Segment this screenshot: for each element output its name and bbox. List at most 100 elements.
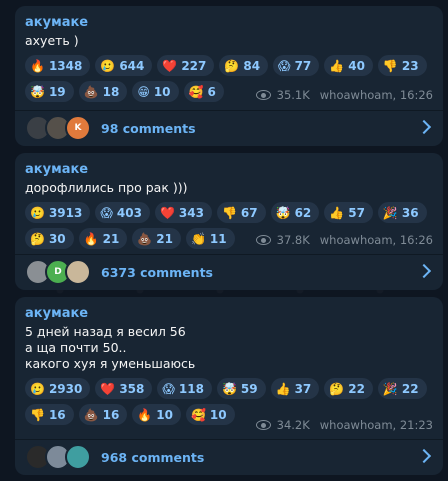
reaction-emoji-icon: 🤯 [275, 205, 291, 220]
reaction-chip[interactable]: 🤯 19 [25, 81, 74, 102]
reaction-count: 3913 [48, 205, 83, 220]
reaction-emoji-icon: 😁 [137, 84, 150, 99]
reaction-emoji-icon: ❤️ [100, 381, 116, 396]
channel-post: акумаке дорофлились про рак ))) 🥲 3913 😱 40… [15, 153, 443, 290]
reaction-chip[interactable]: 🔥 21 [78, 228, 128, 249]
views-count: 37.8K [276, 233, 310, 247]
reaction-chip[interactable]: 😁 10 [132, 81, 179, 102]
reaction-emoji-icon: 🔥 [137, 407, 153, 422]
reaction-chip[interactable]: ❤️ 343 [154, 202, 212, 223]
reaction-count: 22 [401, 381, 419, 396]
reaction-chip[interactable]: 🥲 644 [95, 55, 153, 76]
reaction-count: 6 [207, 84, 216, 99]
avatar: K [65, 115, 91, 141]
reaction-count: 77 [294, 58, 312, 73]
reaction-emoji-icon: 👏 [190, 231, 206, 246]
reaction-chip[interactable]: 😱 403 [95, 202, 150, 223]
reaction-count: 21 [156, 231, 173, 246]
reaction-chip[interactable]: 🤔 30 [25, 228, 74, 249]
reaction-chip[interactable]: 🤔 22 [324, 378, 373, 399]
reaction-count: 118 [178, 381, 204, 396]
post-text: ахуеть ) [25, 33, 79, 48]
channel-post: акумаке 5 дней назад я весил 56 а ща поч… [15, 297, 443, 475]
comments-count: 6373 comments [101, 264, 213, 280]
reaction-chip[interactable]: ❤️ 227 [157, 55, 215, 76]
reaction-chip[interactable]: 🎉 36 [377, 202, 427, 223]
reaction-count: 62 [294, 205, 312, 220]
avatar [65, 259, 91, 285]
commenter-avatars: D [25, 259, 91, 285]
reaction-chip[interactable]: 🥲 3913 [25, 202, 91, 223]
comments-button[interactable]: 968 comments [15, 440, 443, 474]
reaction-chip[interactable]: 😱 118 [157, 378, 212, 399]
reaction-chip[interactable]: 👎 67 [216, 202, 266, 223]
comments-button[interactable]: D 6373 comments [15, 255, 443, 289]
reaction-emoji-icon: 👍 [329, 58, 345, 73]
reaction-count: 30 [48, 231, 66, 246]
views-icon [255, 235, 271, 245]
views-icon [255, 90, 271, 100]
reaction-emoji-icon: 🎉 [382, 381, 398, 396]
reaction-count: 343 [178, 205, 204, 220]
reaction-chip[interactable]: 👍 57 [324, 202, 373, 223]
reaction-count: 1348 [48, 58, 83, 73]
reaction-emoji-icon: 🥲 [30, 205, 45, 220]
reaction-count: 19 [48, 84, 66, 99]
comments-count: 968 comments [101, 449, 205, 465]
post-text: 5 дней назад я весил 56 а ща почти 50.. … [25, 324, 196, 371]
reaction-count: 644 [119, 58, 145, 73]
chevron-right-icon [416, 263, 432, 279]
reaction-count: 358 [119, 381, 145, 396]
chevron-right-icon [416, 119, 432, 135]
reaction-emoji-icon: 😱 [162, 381, 175, 396]
reaction-chip[interactable]: 🤯 59 [216, 378, 266, 399]
comments-button[interactable]: K 98 comments [15, 111, 443, 145]
reaction-emoji-icon: ❤️ [159, 205, 175, 220]
reaction-chip[interactable]: 😱 77 [273, 55, 320, 76]
reaction-chip[interactable]: 👍 37 [270, 378, 320, 399]
reaction-count: 16 [48, 407, 66, 422]
comments-count: 98 comments [101, 120, 196, 136]
reaction-chip[interactable]: 🥰 10 [185, 404, 235, 425]
reaction-emoji-icon: 🤔 [329, 381, 345, 396]
post-author[interactable]: акумаке [25, 14, 433, 31]
reaction-chip[interactable]: 🔥 1348 [25, 55, 91, 76]
reaction-emoji-icon: 😱 [100, 205, 113, 220]
reaction-emoji-icon: 🤯 [221, 381, 237, 396]
reaction-count: 23 [401, 58, 419, 73]
post-author[interactable]: акумаке [25, 161, 433, 178]
reaction-chip[interactable]: 👎 16 [25, 404, 74, 425]
reaction-emoji-icon: 🥲 [100, 58, 116, 73]
reaction-chip[interactable]: 👎 23 [377, 55, 427, 76]
reaction-emoji-icon: ❤️ [162, 58, 178, 73]
reaction-count: 36 [401, 205, 419, 220]
post-text: дорофлились про рак ))) [25, 180, 188, 195]
reaction-chip[interactable]: 🥰 6 [183, 81, 224, 102]
reaction-emoji-icon: 👎 [382, 58, 398, 73]
reaction-emoji-icon: 🔥 [83, 231, 99, 246]
reaction-emoji-icon: 🔥 [30, 58, 45, 73]
reaction-emoji-icon: 💩 [137, 231, 153, 246]
reaction-emoji-icon: 👎 [30, 407, 45, 422]
reaction-emoji-icon: 👍 [329, 205, 345, 220]
reaction-count: 10 [153, 84, 171, 99]
views-icon [255, 420, 271, 430]
reaction-chip[interactable]: ❤️ 358 [95, 378, 153, 399]
reaction-chip[interactable]: 🤔 84 [219, 55, 269, 76]
reaction-chip[interactable]: 💩 21 [132, 228, 181, 249]
reaction-chip[interactable]: 🔥 10 [132, 404, 181, 425]
reaction-chip[interactable]: 👍 40 [324, 55, 373, 76]
reaction-chip[interactable]: 🎉 22 [377, 378, 427, 399]
commenter-avatars [25, 444, 91, 470]
post-author[interactable]: акумаке [25, 305, 433, 322]
reaction-chip[interactable]: 💩 16 [78, 404, 128, 425]
reaction-chip[interactable]: 🤯 62 [270, 202, 320, 223]
reaction-emoji-icon: 🥰 [188, 84, 204, 99]
reaction-emoji-icon: 🥲 [30, 381, 45, 396]
reaction-emoji-icon: 🤯 [30, 84, 45, 99]
reaction-emoji-icon: 😱 [278, 58, 291, 73]
reaction-chip[interactable]: 🥲 2930 [25, 378, 91, 399]
post-meta: 34.2K whoawhoam, 21:23 [255, 418, 433, 432]
reaction-chip[interactable]: 💩 18 [78, 81, 128, 102]
reaction-chip[interactable]: 👏 11 [185, 228, 235, 249]
